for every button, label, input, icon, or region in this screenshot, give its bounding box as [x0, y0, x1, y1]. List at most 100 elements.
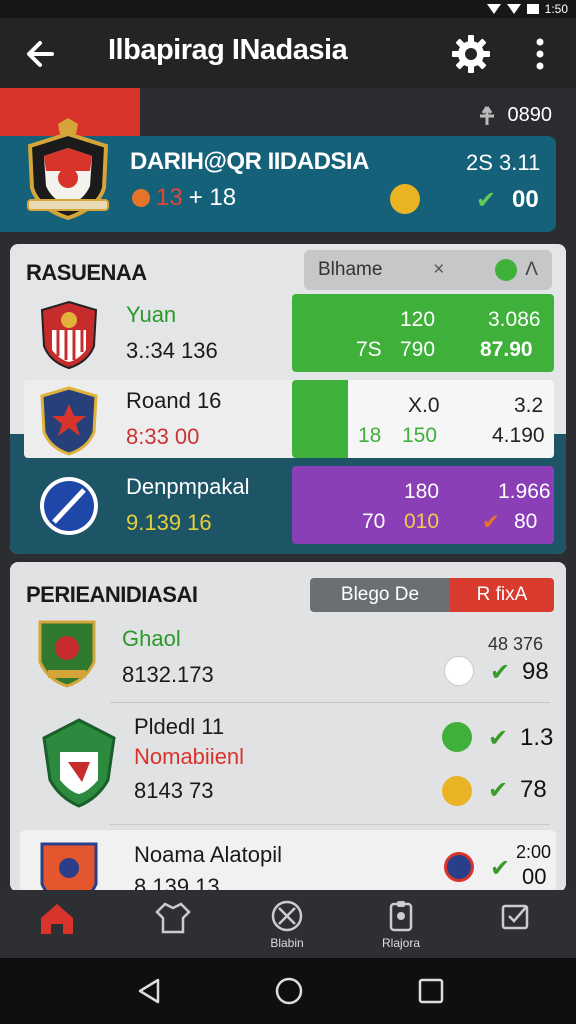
- segment-right[interactable]: R fixA: [450, 578, 554, 612]
- team-name: Yuan: [126, 302, 177, 327]
- hero-time-text: 0890: [507, 104, 553, 126]
- divider: [110, 824, 550, 825]
- team-crest-icon: [40, 300, 98, 370]
- live-dot-icon: [132, 189, 150, 207]
- filter-label: Blhame: [318, 259, 383, 280]
- hero-title: DARIH@QR IIDADSIA: [130, 148, 369, 175]
- stat-value: 3.2: [514, 394, 544, 417]
- team-row[interactable]: Yuan 3.:34 136 120 3.086 7S 790 87.90: [24, 294, 554, 372]
- ball-icon: [271, 900, 303, 932]
- sort-icon[interactable]: Λ: [525, 259, 538, 281]
- check-icon: ✔: [490, 855, 511, 882]
- medal-icon: [442, 776, 472, 806]
- hero-card[interactable]: 0890 DARIH@QR IIDADSIA 13 + 18 2S 3.11 ✔…: [0, 88, 576, 238]
- clipboard-icon: [389, 901, 413, 932]
- pin-icon: [479, 105, 494, 125]
- nav-team[interactable]: [138, 898, 208, 952]
- segmented-control[interactable]: Blego De R fixA: [310, 578, 554, 612]
- nav-home[interactable]: [22, 898, 92, 952]
- gear-icon[interactable]: [450, 33, 492, 75]
- stat-value: 18: [358, 424, 382, 447]
- hero-score-plus: + 18: [188, 184, 237, 211]
- team-crest-icon: [40, 842, 98, 892]
- system-nav-bar: [0, 958, 576, 1024]
- leaf-icon: [495, 259, 518, 281]
- check-icon: ✔: [482, 511, 500, 534]
- team-name: Noama Alatopil: [134, 842, 282, 867]
- team-row[interactable]: Denpmpakal 9.139 16 180 1.966 70 010 ✔ 8…: [24, 466, 554, 544]
- panel-title: PERIEANIDIASAI: [26, 582, 198, 607]
- team-sub: 9.139 16: [126, 510, 212, 535]
- team-sub: 8143 73: [134, 778, 214, 803]
- nav-players[interactable]: Rlajora: [366, 898, 436, 952]
- row-bg: [20, 830, 556, 892]
- panel-title: RASUENAA: [26, 260, 147, 285]
- standings-panel: RASUENAA Blhame × Λ Yuan 3.:34 136 120 3…: [10, 244, 566, 554]
- nav-label: Rlajora: [381, 936, 420, 950]
- match-val: 78: [520, 776, 547, 803]
- divider: [110, 702, 550, 703]
- match-row[interactable]: Ghaol 8132.173 48 376 ✔ 98: [20, 618, 556, 700]
- stat-value: 120: [400, 308, 436, 331]
- team-row[interactable]: Roand 16 8:33 00 X.0 3.2 18 150 4.190: [24, 380, 554, 458]
- team-sub: 8:33 00: [126, 424, 200, 449]
- status-icons: 1:50: [486, 0, 568, 18]
- stat-value: 180: [404, 480, 440, 503]
- team-name: Roand 16: [126, 388, 222, 413]
- medal-icon: [390, 184, 420, 214]
- stat-value: 790: [400, 338, 436, 361]
- match-val: 1.3: [520, 724, 554, 751]
- stat-value: 80: [514, 510, 538, 533]
- hero-time: 0890: [476, 104, 553, 127]
- status-time: 1:50: [544, 2, 568, 16]
- stat-value: 70: [362, 510, 386, 533]
- bottom-nav: Blabin Rlajora: [0, 890, 576, 958]
- stat-value: 150: [402, 424, 438, 447]
- team-name: Ghaol: [122, 626, 181, 651]
- stat-accent: [292, 380, 348, 458]
- close-icon[interactable]: ×: [433, 259, 444, 281]
- app-bar: Ilbapirag INadasia: [0, 18, 576, 88]
- page-title: Ilbapirag INadasia: [108, 34, 348, 66]
- hero-right-top: 2S 3.11: [466, 150, 541, 175]
- match-val: 98: [522, 658, 549, 685]
- nav-tasks[interactable]: [480, 898, 550, 952]
- back-arrow-icon[interactable]: [22, 36, 58, 72]
- wifi-icon: [486, 4, 501, 14]
- stat-value: 87.90: [480, 338, 533, 361]
- stat-block: 120 3.086 7S 790 87.90: [292, 294, 554, 372]
- match-val: 00: [522, 864, 547, 889]
- system-back-icon[interactable]: [134, 976, 164, 1006]
- more-vert-icon[interactable]: [530, 34, 550, 74]
- hero-score-left: 13: [156, 184, 183, 211]
- stat-value: X.0: [408, 394, 440, 417]
- signal-icon: [506, 4, 521, 14]
- check-icon: ✔: [490, 659, 511, 686]
- match-row[interactable]: Noama Alatopil 8 139 13 ✔ 2:00 00: [20, 830, 556, 892]
- match-top: 2:00: [516, 842, 552, 862]
- crest-logo: [27, 118, 109, 221]
- filter-pill[interactable]: Blhame × Λ: [304, 250, 552, 290]
- stat-value: 4.190: [492, 424, 545, 447]
- nav-matches[interactable]: Blabin: [252, 898, 322, 952]
- team-sub: 3.:34 136: [126, 338, 218, 363]
- hero-right-val: 00: [512, 186, 539, 213]
- system-recents-icon[interactable]: [416, 976, 446, 1006]
- fixtures-panel: PERIEANIDIASAI Blego De R fixA Ghaol 813…: [10, 562, 566, 892]
- team-sub: 8132.173: [122, 662, 214, 687]
- badge-icon: [444, 656, 474, 686]
- team-name-secondary: Nomabiienl: [134, 744, 245, 769]
- team-name: Pldedl 11: [134, 714, 225, 739]
- check-icon: ✔: [488, 725, 509, 752]
- team-crest-icon: [38, 620, 96, 688]
- badge-icon: [442, 722, 472, 752]
- badge-icon: [444, 852, 474, 882]
- system-home-icon[interactable]: [274, 976, 304, 1006]
- jersey-icon: [155, 902, 191, 934]
- match-row[interactable]: Pldedl 11 Nomabiienl 8143 73 ✔ ✔ 1.3 78: [20, 712, 556, 824]
- segment-left[interactable]: Blego De: [310, 578, 450, 612]
- stat-value: 010: [404, 510, 440, 533]
- check-icon: ✔: [488, 777, 509, 804]
- team-crest-icon: [42, 718, 116, 808]
- stat-value: 7S: [356, 338, 382, 361]
